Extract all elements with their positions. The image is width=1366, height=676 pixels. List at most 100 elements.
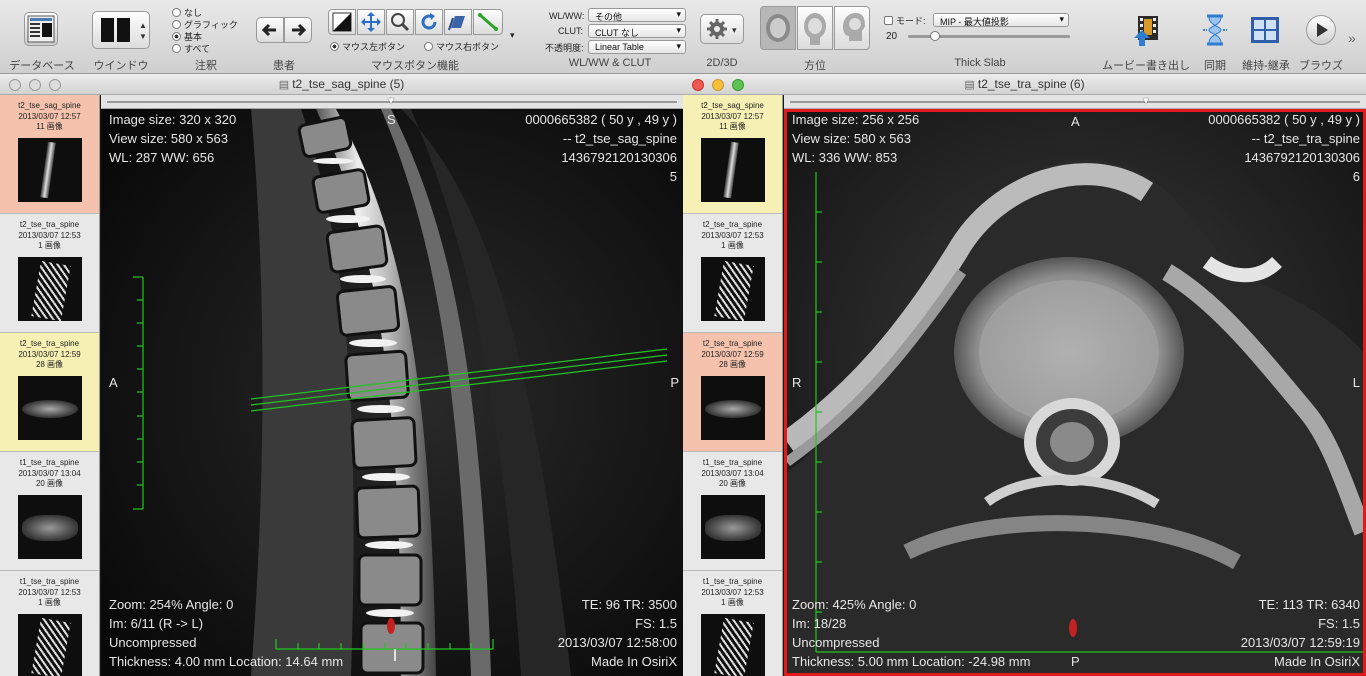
thick-slab-mode-select[interactable]: MIP - 最大値投影 <box>933 13 1069 27</box>
series-count: 20 画像 <box>35 479 64 488</box>
wlww-text: WL: 287 WW: 656 <box>109 150 215 165</box>
made-in-text: Made In OsiriX <box>1274 654 1360 669</box>
tool-rotate[interactable] <box>415 9 443 35</box>
sync-button[interactable] <box>1200 10 1230 50</box>
orientation-left-label: A <box>109 375 118 390</box>
movie-export-button[interactable] <box>1128 10 1164 50</box>
svg-text:▼: ▼ <box>139 32 147 41</box>
hourglass-icon <box>1203 14 1227 46</box>
series-thumbnail-item[interactable]: t2_tse_sag_spine 2013/03/07 12:57 11 画像 <box>683 95 782 214</box>
previous-patient-button[interactable] <box>256 17 284 43</box>
tool-menu-arrow[interactable]: ▾ <box>510 30 515 41</box>
series-thumbnail-item[interactable]: t1_tse_tra_spine 2013/03/07 13:04 20 画像 <box>0 452 99 571</box>
2d3d-menu-button[interactable]: ▾ <box>700 14 744 44</box>
orientation-label: 方位 <box>804 60 826 72</box>
opacity-label: 不透明度: <box>545 43 584 53</box>
radio-selected-icon <box>172 32 181 41</box>
database-icon <box>27 15 55 43</box>
thickness-location-text: Thickness: 5.00 mm Location: -24.98 mm <box>792 654 1031 669</box>
database-label: データベース <box>9 60 75 72</box>
right-viewer-window: ▤ t2_tse_tra_spine (6) t2_tse_sag_spine … <box>683 74 1366 676</box>
coronal-head-icon <box>804 13 826 45</box>
tool-pan[interactable] <box>357 9 385 35</box>
series-thumbnail-item[interactable]: t2_tse_tra_spine 2013/03/07 12:59 28 画像 <box>683 333 782 452</box>
thick-slab-value: 20 <box>886 31 898 42</box>
orientation-right-label: P <box>670 375 679 390</box>
series-count: 20 画像 <box>718 479 747 488</box>
series-name: t1_tse_tra_spine <box>19 577 80 586</box>
patient-id-text: 0000665382 ( 50 y , 49 y ) <box>525 112 677 127</box>
image-index-text: Im: 6/11 (R -> L) <box>109 616 204 631</box>
tool-length[interactable] <box>473 9 503 35</box>
toolbar-overflow-icon[interactable]: » <box>1348 30 1356 46</box>
browse-label: ブラウズ <box>1299 60 1343 72</box>
series-name-text: -- t2_tse_tra_spine <box>1251 131 1360 146</box>
minimize-button[interactable] <box>712 79 724 91</box>
series-thumbnail-item[interactable]: t2_tse_tra_spine 2013/03/07 12:59 28 画像 <box>0 333 99 452</box>
zoom-button[interactable] <box>49 79 61 91</box>
zoom-angle-text: Zoom: 254% Angle: 0 <box>109 597 234 612</box>
series-thumbnail-image <box>700 613 765 676</box>
right-slice-scrubber[interactable]: ▼ <box>784 95 1366 109</box>
thick-slab-mode-checkbox[interactable]: モード: <box>884 14 926 27</box>
orientation-axial-button[interactable] <box>760 6 796 50</box>
series-count: 11 画像 <box>36 122 63 131</box>
close-button[interactable] <box>692 79 704 91</box>
zoom-button[interactable] <box>732 79 744 91</box>
series-number-text: 5 <box>669 169 677 184</box>
orientation-sagittal-button[interactable] <box>834 6 870 50</box>
orientation-coronal-button[interactable] <box>797 6 833 50</box>
left-window-titlebar[interactable]: ▤ t2_tse_sag_spine (5) <box>0 74 683 95</box>
thick-slab-slider[interactable] <box>908 31 1070 41</box>
right-image-viewer[interactable]: Image size: 256 x 256 View size: 580 x 5… <box>784 109 1366 676</box>
opacity-select[interactable]: Linear Table <box>588 40 686 54</box>
document-icon: ▤ <box>964 79 978 91</box>
series-thumbnail-item[interactable]: t2_tse_tra_spine 2013/03/07 12:53 1 画像 <box>683 214 782 333</box>
series-date: 2013/03/07 12:53 <box>701 587 764 597</box>
series-thumbnail-image <box>700 137 765 202</box>
close-button[interactable] <box>9 79 21 91</box>
next-patient-button[interactable] <box>284 17 312 43</box>
series-thumbnail-item[interactable]: t2_tse_tra_spine 2013/03/07 12:53 1 画像 <box>0 214 99 333</box>
series-name: t2_tse_tra_spine <box>19 220 80 229</box>
arrow-left-icon <box>261 23 276 37</box>
series-thumbnail-item[interactable]: t1_tse_tra_spine 2013/03/07 12:53 1 画像 <box>683 571 782 676</box>
scrubber-knob[interactable]: ▼ <box>386 96 396 107</box>
tool-wlww[interactable] <box>328 9 356 35</box>
rotate-icon <box>421 13 437 30</box>
browse-button[interactable] <box>1306 15 1336 45</box>
series-name: t2_tse_sag_spine <box>701 101 764 110</box>
series-thumbnail-image <box>17 494 82 559</box>
left-slice-scrubber[interactable]: ▼ <box>101 95 683 109</box>
tool-scroll[interactable] <box>444 9 472 35</box>
radio-icon <box>172 20 181 29</box>
series-thumbnail-item[interactable]: t1_tse_tra_spine 2013/03/07 12:53 1 画像 <box>0 571 99 676</box>
scrubber-knob[interactable]: ▼ <box>1141 96 1151 107</box>
wlww-select[interactable]: その他 <box>588 8 686 22</box>
series-count: 1 画像 <box>721 598 744 607</box>
series-name: t1_tse_tra_spine <box>702 458 763 467</box>
window-layout-icon: ▲▼ <box>101 18 147 42</box>
tool-zoom[interactable] <box>386 9 414 35</box>
left-image-viewer[interactable]: Image size: 320 x 320 View size: 580 x 5… <box>101 109 683 676</box>
wlww-text: WL: 336 WW: 853 <box>792 150 898 165</box>
te-tr-text: TE: 96 TR: 3500 <box>581 597 677 612</box>
database-button[interactable] <box>24 12 58 46</box>
right-mouse-button-option[interactable]: マウス右ボタン <box>424 40 499 53</box>
series-name: t1_tse_tra_spine <box>19 458 80 467</box>
checkbox-icon <box>884 16 893 25</box>
minimize-button[interactable] <box>29 79 41 91</box>
grid-icon <box>1251 17 1279 43</box>
window-layout-button[interactable]: ▲ ▼ <box>92 11 150 49</box>
clut-select[interactable]: CLUT なし <box>588 24 686 38</box>
thick-slab-label: Thick Slab <box>954 57 1006 69</box>
keep-inherit-button[interactable] <box>1249 14 1281 46</box>
slider-knob[interactable] <box>930 31 940 41</box>
series-thumbnail-item[interactable]: t1_tse_tra_spine 2013/03/07 13:04 20 画像 <box>683 452 782 571</box>
right-window-titlebar[interactable]: ▤ t2_tse_tra_spine (6) <box>683 74 1366 95</box>
series-thumbnail-item[interactable]: t2_tse_sag_spine 2013/03/07 12:57 11 画像 <box>0 95 99 214</box>
annotation-option-all[interactable]: すべて <box>172 42 210 55</box>
radio-icon <box>172 8 181 17</box>
left-mouse-button-option[interactable]: マウス左ボタン <box>330 40 405 53</box>
series-name: t2_tse_tra_spine <box>702 220 763 229</box>
